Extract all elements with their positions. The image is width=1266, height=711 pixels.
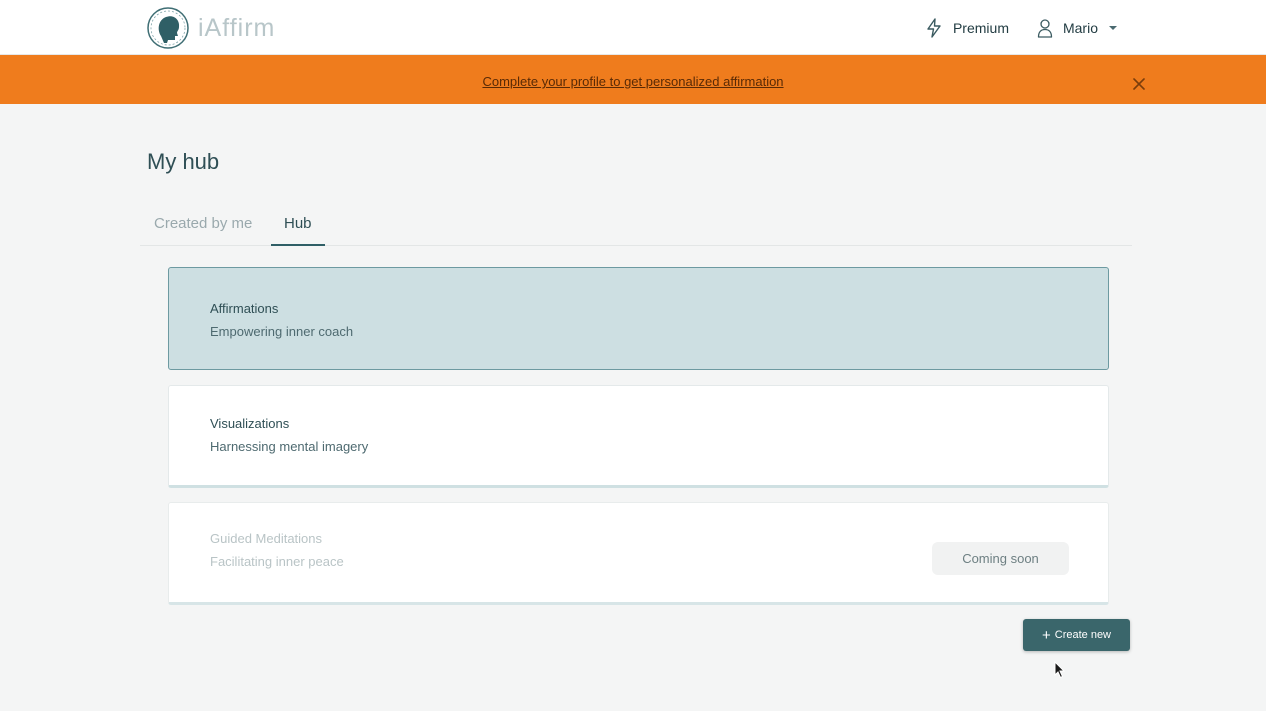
create-new-button[interactable]: + Create new (1023, 619, 1130, 651)
lightning-icon (927, 18, 941, 38)
card-title: Visualizations (210, 416, 290, 431)
tab-created-by-me[interactable]: Created by me (154, 215, 252, 244)
card-subtitle: Empowering inner coach (210, 324, 354, 339)
profile-completion-banner: Complete your profile to get personalize… (0, 55, 1266, 104)
card-subtitle: Harnessing mental imagery (210, 439, 369, 454)
plus-icon: + (1041, 626, 1051, 644)
tab-hub[interactable]: Hub (271, 215, 325, 246)
premium-link[interactable]: Premium (925, 18, 1009, 38)
logo-text: iAffirm (198, 13, 276, 42)
complete-profile-link[interactable]: Complete your profile to get personalize… (0, 74, 1266, 89)
page-title: My hub (147, 149, 220, 174)
user-menu[interactable]: Mario (1037, 18, 1118, 38)
hub-tabs: Created by me Hub (140, 204, 1132, 246)
head-logo-icon (147, 7, 189, 49)
close-icon[interactable] (1131, 76, 1147, 92)
caret-down-icon (1109, 26, 1117, 30)
card-title: Guided Meditations (210, 531, 323, 546)
card-subtitle: Facilitating inner peace (210, 554, 344, 569)
mouse-cursor-icon (1054, 661, 1066, 679)
premium-label: Premium (952, 20, 1009, 36)
user-name: Mario (1062, 20, 1098, 36)
card-guided-meditations: Guided Meditations Facilitating inner pe… (168, 502, 1109, 605)
app-logo[interactable]: iAffirm (146, 6, 275, 50)
header-actions: Premium Mario (925, 14, 1118, 42)
top-navigation-bar: iAffirm Premium Mario (0, 0, 1266, 55)
create-new-label: Create new (1054, 629, 1112, 641)
user-icon (1037, 19, 1053, 38)
card-title: Affirmations (210, 301, 279, 316)
card-visualizations[interactable]: Visualizations Harnessing mental imagery (168, 385, 1109, 488)
coming-soon-badge: Coming soon (932, 542, 1069, 575)
card-affirmations[interactable]: Affirmations Empowering inner coach (168, 267, 1109, 370)
